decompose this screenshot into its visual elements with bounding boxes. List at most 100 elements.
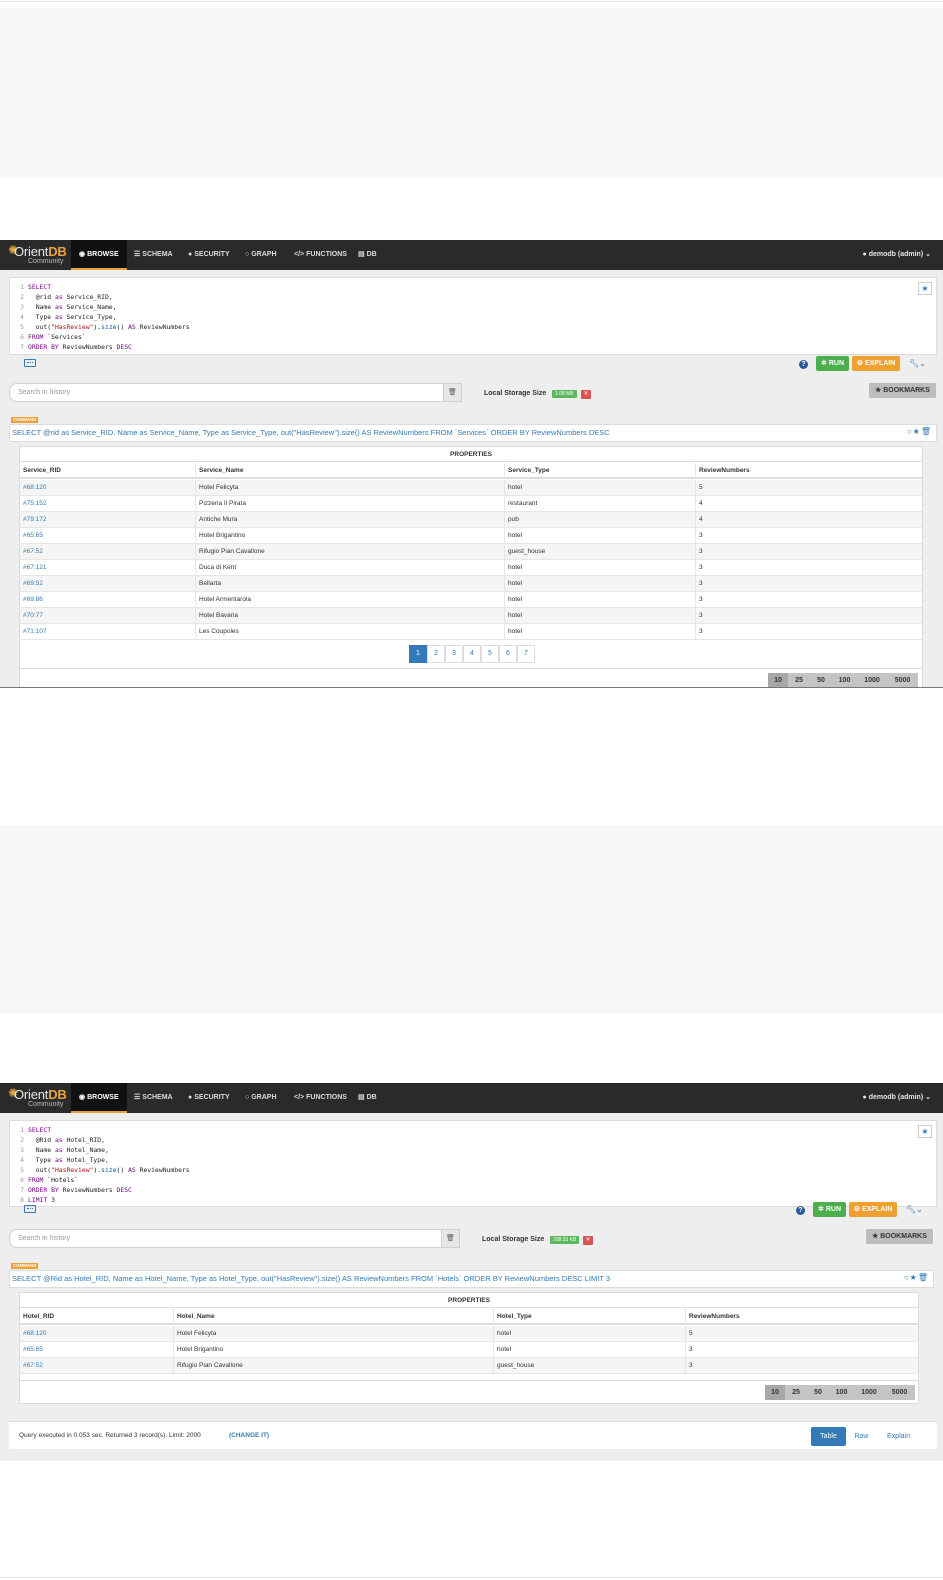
page-size-option[interactable]: 100 xyxy=(832,673,857,687)
query-editor[interactable]: 1 SELECT 2 @rid as Service_RID, 3 Name as… xyxy=(9,277,937,355)
page-size-option[interactable]: 50 xyxy=(810,673,832,687)
clear-history-button[interactable]: 🗑︎ xyxy=(443,383,462,402)
nav-schema[interactable]: ☰ SCHEMA xyxy=(134,240,173,270)
page-size-option[interactable]: 10 xyxy=(768,673,788,687)
executed-query-text[interactable]: SELECT @rid as Service_RID, Name as Serv… xyxy=(12,428,610,437)
rid-link[interactable]: #65:65 xyxy=(20,1342,43,1358)
rid-link[interactable]: #68:120 xyxy=(20,1326,47,1342)
rid-link[interactable]: #69:52 xyxy=(20,576,43,592)
star-icon[interactable]: ★ xyxy=(910,1273,918,1282)
wrench-dropdown-icon[interactable]: 🔧︎⌄ xyxy=(906,1205,923,1214)
trash-icon[interactable]: 🗑︎ xyxy=(921,427,932,436)
user-menu[interactable]: ● demodb (admin) ⌄ xyxy=(863,1083,931,1113)
query-editor[interactable]: 1 SELECT 2 @Rid as Hotel_RID, 3 Name as H… xyxy=(9,1120,937,1207)
page-button[interactable]: 2 xyxy=(427,645,445,663)
bookmark-star-button[interactable]: ★ xyxy=(918,1125,932,1138)
column-header[interactable]: Hotel_Name xyxy=(173,1309,215,1325)
page-button[interactable]: 1 xyxy=(409,645,427,663)
bookmarks-button[interactable]: ★ BOOKMARKS xyxy=(866,1229,933,1244)
clear-storage-button[interactable]: ✕ xyxy=(583,1236,593,1245)
column-header[interactable]: Service_RID xyxy=(20,463,61,479)
user-menu[interactable]: ● demodb (admin) ⌄ xyxy=(863,240,931,270)
user-icon: ● xyxy=(188,251,193,258)
rid-link[interactable]: #79:172 xyxy=(20,512,47,528)
nav-db[interactable]: ▤ DB xyxy=(358,1083,377,1113)
page-button[interactable]: 6 xyxy=(499,645,517,663)
rid-link[interactable]: #65:65 xyxy=(20,528,43,544)
table-cell: 3 xyxy=(695,608,703,624)
page-button[interactable]: 3 xyxy=(445,645,463,663)
column-header[interactable]: ReviewNumbers xyxy=(695,463,750,479)
orientdb-logo[interactable]: ✺ OrientDB Community xyxy=(8,1085,67,1111)
help-icon[interactable]: ? xyxy=(799,360,808,369)
rid-link[interactable]: #69:86 xyxy=(20,592,43,608)
nav-browse[interactable]: ◉ BROWSE xyxy=(71,240,127,270)
bookmarks-button[interactable]: ★ BOOKMARKS xyxy=(869,383,936,398)
page-button[interactable]: 7 xyxy=(517,645,535,663)
rid-link[interactable]: #67:52 xyxy=(20,544,43,560)
nav-security[interactable]: ● SECURITY xyxy=(188,240,230,270)
table-cell: guest_house xyxy=(493,1358,534,1374)
nav-security[interactable]: ● SECURITY xyxy=(188,1083,230,1113)
nav-graph[interactable]: ○ GRAPH xyxy=(245,1083,277,1113)
table-row: #67:121 Duca di Kent hotel 3 xyxy=(20,560,922,576)
view-table-button[interactable]: Table xyxy=(811,1427,846,1446)
page-size-option[interactable]: 10 xyxy=(765,1385,785,1400)
view-explain-button[interactable]: Explain xyxy=(881,1427,916,1446)
page-button[interactable]: 4 xyxy=(463,645,481,663)
column-header[interactable]: ReviewNumbers xyxy=(685,1309,740,1325)
nav-db[interactable]: ▤ DB xyxy=(358,240,377,270)
history-search-input[interactable]: Search in history xyxy=(9,383,444,402)
bookmark-star-button[interactable]: ★ xyxy=(918,282,932,295)
explain-button[interactable]: ⚙ EXPLAIN xyxy=(849,1202,897,1217)
nav-functions[interactable]: </> FUNCTIONS xyxy=(294,1083,347,1113)
column-header[interactable]: Service_Type xyxy=(504,463,549,479)
explain-button[interactable]: ⚙ EXPLAIN xyxy=(852,356,900,371)
help-icon[interactable]: ? xyxy=(796,1206,805,1215)
clear-history-button[interactable]: 🗑︎ xyxy=(441,1229,460,1248)
column-header[interactable]: Service_Name xyxy=(195,463,243,479)
rid-link[interactable]: #70:77 xyxy=(20,608,43,624)
page-size-option[interactable]: 1000 xyxy=(857,673,887,687)
column-header[interactable]: Hotel_RID xyxy=(20,1309,54,1325)
page-size-option[interactable]: 5000 xyxy=(887,673,918,687)
run-button[interactable]: ✲ RUN xyxy=(813,1202,846,1217)
page-size-option[interactable]: 25 xyxy=(788,673,810,687)
rid-link[interactable]: #75:152 xyxy=(20,496,47,512)
clear-storage-button[interactable]: ✕ xyxy=(581,390,591,399)
page-size-option[interactable]: 5000 xyxy=(884,1385,915,1400)
rid-link[interactable]: #68:120 xyxy=(20,480,47,496)
keyboard-icon[interactable] xyxy=(24,1205,36,1213)
page-button[interactable]: 5 xyxy=(481,645,499,663)
page-size-option[interactable]: 100 xyxy=(829,1385,854,1400)
brand-prefix: Orient xyxy=(14,244,49,259)
change-limit-link[interactable]: (CHANGE IT) xyxy=(229,1432,269,1439)
rid-link[interactable]: #67:121 xyxy=(20,560,47,576)
query-header-panel: SELECT @rid as Service_RID, Name as Serv… xyxy=(9,424,937,442)
column-header[interactable]: Hotel_Type xyxy=(493,1309,532,1325)
nav-schema[interactable]: ☰ SCHEMA xyxy=(134,1083,173,1113)
command-badge: COMMAND xyxy=(11,1263,39,1269)
trash-icon[interactable]: 🗑︎ xyxy=(918,1273,929,1282)
executed-query-text[interactable]: SELECT @Rid as Hotel_RID, Name as Hotel_… xyxy=(12,1274,610,1283)
page-size-option[interactable]: 50 xyxy=(807,1385,829,1400)
table-header-row: Hotel_RID Hotel_Name Hotel_Type ReviewNu… xyxy=(20,1309,918,1325)
star-icon[interactable]: ★ xyxy=(913,427,921,436)
run-button[interactable]: ✲ RUN xyxy=(816,356,849,371)
view-raw-button[interactable]: Raw xyxy=(849,1427,874,1446)
code-line: 8 LIMIT 3 xyxy=(20,1196,55,1204)
rid-link[interactable]: #67:52 xyxy=(20,1358,43,1374)
nav-functions[interactable]: </> FUNCTIONS xyxy=(294,240,347,270)
table-cell: Antiche Mura xyxy=(195,512,237,528)
orientdb-logo[interactable]: ✺ OrientDB Community xyxy=(8,242,67,268)
nav-graph[interactable]: ○ GRAPH xyxy=(245,240,277,270)
keyboard-icon[interactable] xyxy=(24,359,36,367)
history-search-input[interactable]: Search in history xyxy=(9,1229,442,1248)
page-size-option[interactable]: 25 xyxy=(785,1385,807,1400)
nav-browse[interactable]: ◉ BROWSE xyxy=(71,1083,127,1113)
brand-suffix: DB xyxy=(48,244,67,259)
wrench-dropdown-icon[interactable]: 🔧︎⌄ xyxy=(909,359,926,368)
page-size-option[interactable]: 1000 xyxy=(854,1385,884,1400)
rid-link[interactable]: #71:107 xyxy=(20,624,47,640)
brand-prefix: Orient xyxy=(14,1087,49,1102)
